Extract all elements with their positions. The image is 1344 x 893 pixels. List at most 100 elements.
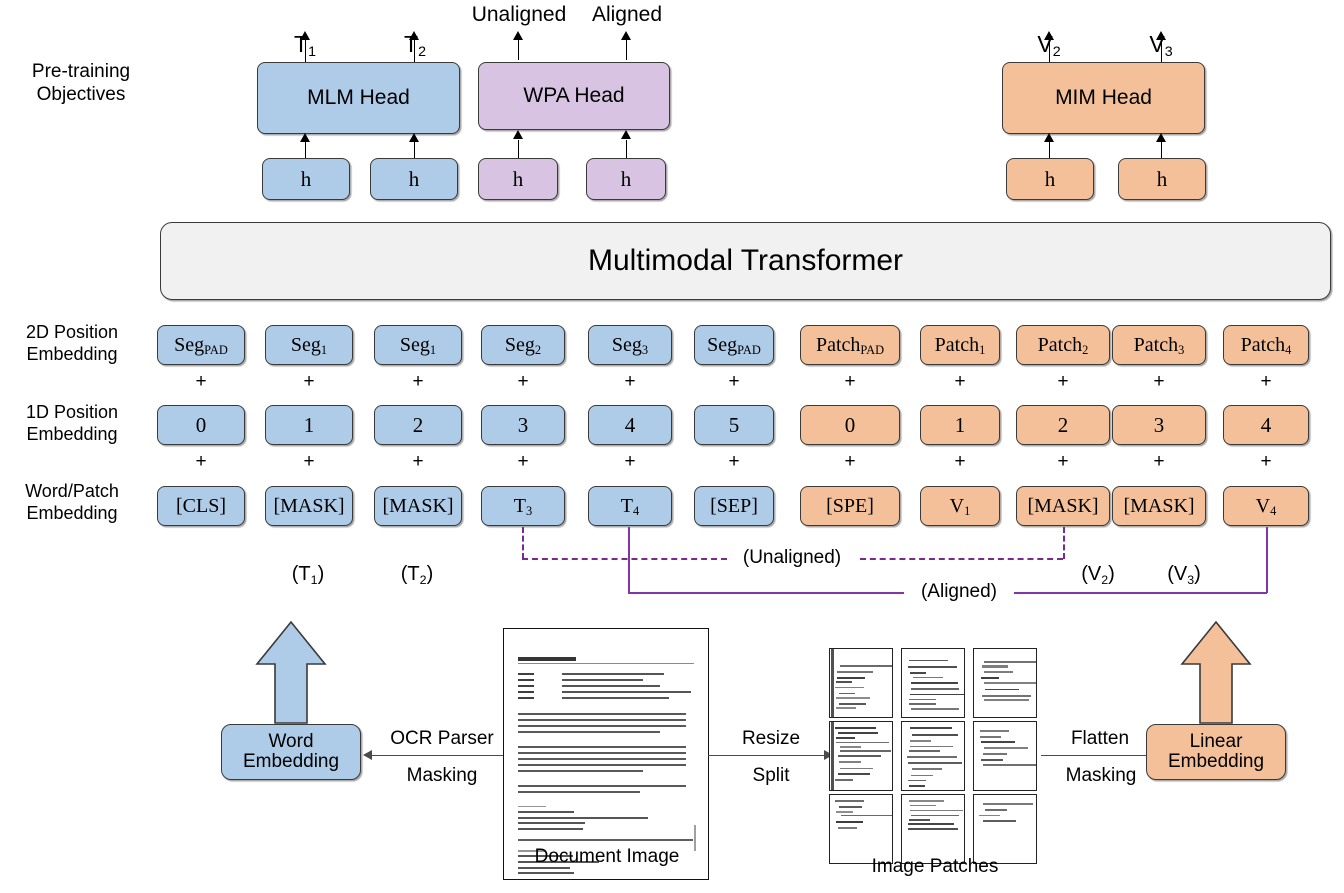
gt-t2-close: ) (426, 563, 434, 586)
hidden-state-box-1[interactable]: h (262, 158, 350, 200)
image-patch-2[interactable] (901, 648, 965, 718)
aligned-line-horizontal-right (1014, 592, 1267, 594)
pos2d-box-8[interactable]: Patch1 (920, 325, 1000, 365)
arrow-mlm-to-t2-line (414, 38, 415, 62)
pos1d-box-4[interactable]: 3 (481, 405, 565, 445)
token-box-4[interactable]: T3 (481, 486, 565, 526)
document-image-label: Document Image (534, 846, 680, 867)
plus-sign-2d-1d-4: + (517, 371, 529, 392)
mlm-head-box[interactable]: MLM Head (257, 62, 460, 134)
token-box-8[interactable]: V1 (920, 486, 1000, 526)
token-box-6[interactable]: [SEP] (694, 486, 774, 526)
pos2d-box-9[interactable]: Patch2 (1016, 325, 1110, 365)
pos1d-box-2[interactable]: 1 (265, 405, 353, 445)
token-label-3: [MASK] (382, 494, 454, 517)
pos1d-label-7: 0 (844, 412, 856, 437)
plus-sign-1d-token-3: + (412, 451, 424, 472)
arrow-h1-to-mlm-line (305, 142, 306, 158)
pos1d-box-8[interactable]: 1 (920, 405, 1000, 445)
output-t1-sub: 1 (308, 44, 316, 61)
arrow-mim-to-v2-line (1049, 38, 1050, 62)
aligned-annotation: (Aligned) (920, 581, 998, 602)
token-label-1: [CLS] (176, 494, 226, 517)
pos1d-box-1[interactable]: 0 (157, 405, 245, 445)
arrow-mim-to-v3-head (1156, 31, 1166, 40)
token-box-9[interactable]: [MASK] (1016, 486, 1110, 526)
ocr-masking-label: Masking (406, 765, 478, 786)
pos1d-box-10[interactable]: 3 (1112, 405, 1206, 445)
row-label-1d-position-embedding: 1D Position Embedding (25, 402, 119, 444)
image-patch-3[interactable] (973, 648, 1037, 718)
pos2d-label-4: Seg2 (504, 333, 542, 358)
mim-head-box[interactable]: MIM Head (1002, 62, 1205, 134)
hidden-state-box-3[interactable]: h (478, 158, 558, 200)
output-label-unaligned: Unaligned (471, 3, 567, 26)
wpa-head-label: WPA Head (523, 83, 625, 107)
image-patch-8[interactable] (901, 794, 965, 864)
mlm-head-label: MLM Head (307, 85, 410, 109)
multimodal-transformer-box[interactable]: Multimodal Transformer (160, 222, 1331, 300)
token-box-2[interactable]: [MASK] (265, 486, 353, 526)
token-box-3[interactable]: [MASK] (374, 486, 462, 526)
pos1d-label-8: 1 (954, 412, 966, 437)
pos1d-box-7[interactable]: 0 (800, 405, 900, 445)
token-label-11: V4 (1255, 494, 1277, 519)
arrow-h5-to-mim-line (1049, 142, 1050, 158)
hidden-state-box-6[interactable]: h (1118, 158, 1206, 200)
token-label-10: [MASK] (1123, 494, 1195, 517)
document-image[interactable] (503, 628, 709, 880)
gt-v3-text: (V (1167, 563, 1188, 586)
linear-embedding-box[interactable]: Linear Embedding (1146, 724, 1286, 780)
image-patch-6[interactable] (973, 721, 1037, 791)
pos1d-box-3[interactable]: 2 (374, 405, 462, 445)
plus-sign-1d-token-7: + (844, 451, 856, 472)
pos1d-box-11[interactable]: 4 (1223, 405, 1309, 445)
image-patch-4[interactable] (829, 721, 893, 791)
token-label-4: T3 (513, 494, 533, 519)
pos2d-label-2: Seg1 (290, 333, 328, 358)
plus-sign-1d-token-1: + (195, 451, 207, 472)
image-patch-9[interactable] (973, 794, 1037, 864)
wpa-head-box[interactable]: WPA Head (478, 62, 670, 130)
pos2d-box-11[interactable]: Patch4 (1223, 325, 1309, 365)
token-box-1[interactable]: [CLS] (157, 486, 245, 526)
word-embedding-box[interactable]: Word Embedding (221, 724, 361, 780)
split-label: Split (752, 765, 790, 786)
row-label-2d-position-embedding: 2D Position Embedding (25, 322, 119, 364)
arrow-h1-to-mlm-head (300, 133, 310, 142)
hidden-state-box-2[interactable]: h (370, 158, 458, 200)
ocr-arrow-line (372, 755, 504, 756)
image-patch-7[interactable] (829, 794, 893, 864)
hidden-state-box-4[interactable]: h (586, 158, 666, 200)
plus-sign-1d-token-8: + (954, 451, 966, 472)
pos2d-box-10[interactable]: Patch3 (1112, 325, 1206, 365)
flatten-arrow-line (1041, 755, 1159, 756)
pos2d-box-1[interactable]: SegPAD (157, 325, 245, 365)
plus-sign-2d-1d-3: + (412, 371, 424, 392)
pos2d-box-6[interactable]: SegPAD (694, 325, 774, 365)
image-patch-5[interactable] (901, 721, 965, 791)
mim-head-label: MIM Head (1055, 85, 1152, 109)
pos2d-box-4[interactable]: Seg2 (481, 325, 565, 365)
arrow-h4-to-wpa-head (621, 130, 631, 139)
token-box-7[interactable]: [SPE] (800, 486, 900, 526)
arrow-mim-to-v2-head (1044, 31, 1054, 40)
pos1d-box-5[interactable]: 4 (588, 405, 672, 445)
image-patch-1[interactable] (829, 648, 893, 718)
pos2d-box-3[interactable]: Seg1 (374, 325, 462, 365)
pos2d-box-5[interactable]: Seg3 (588, 325, 672, 365)
ocr-arrow-head (363, 750, 372, 760)
pos1d-label-3: 2 (412, 412, 424, 437)
hidden-state-box-5[interactable]: h (1006, 158, 1094, 200)
pos2d-box-7[interactable]: PatchPAD (800, 325, 900, 365)
pos1d-box-9[interactable]: 2 (1016, 405, 1110, 445)
pos1d-box-6[interactable]: 5 (694, 405, 774, 445)
pos1d-label-11: 4 (1260, 412, 1272, 437)
pos2d-box-2[interactable]: Seg1 (265, 325, 353, 365)
token-box-10[interactable]: [MASK] (1112, 486, 1206, 526)
pos1d-label-1: 0 (195, 412, 207, 437)
resize-label: Resize (741, 728, 801, 749)
token-box-5[interactable]: T4 (588, 486, 672, 526)
token-box-11[interactable]: V4 (1223, 486, 1309, 526)
arrow-mlm-to-t1-head (300, 31, 310, 40)
